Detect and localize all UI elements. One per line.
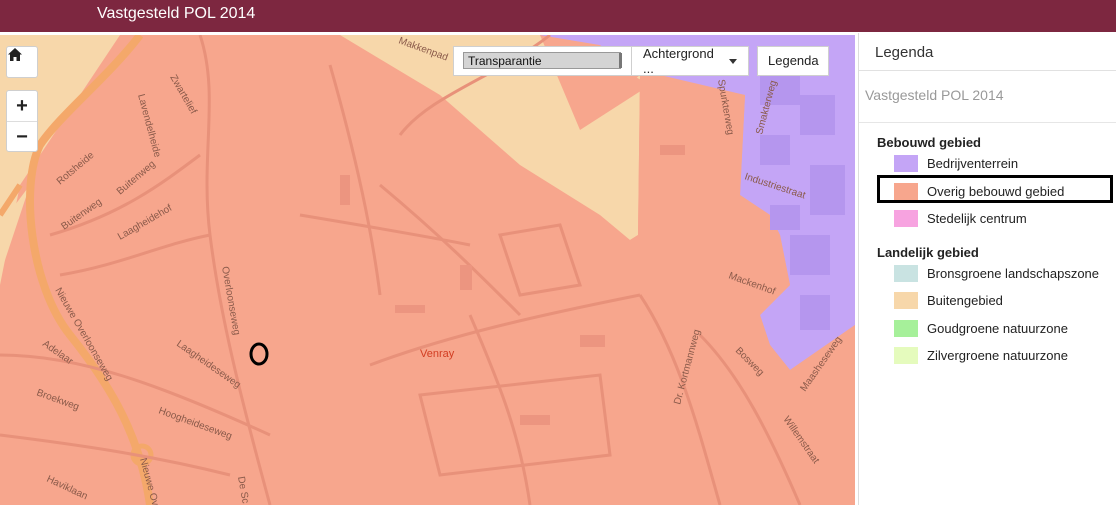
zoom-control: + − <box>6 90 38 152</box>
legend-item-label: Zilvergroene natuurzone <box>927 348 1068 364</box>
zoom-out-button[interactable]: − <box>7 121 37 152</box>
legend-panel: Legenda Vastgesteld POL 2014 Bebouwd geb… <box>858 33 1116 505</box>
legend-swatch <box>894 210 918 228</box>
transparency-slider[interactable]: Transparantie <box>463 52 622 69</box>
transparency-control: Transparantie <box>453 46 632 76</box>
legend-item: Bronsgroene landschapszone <box>859 260 1116 288</box>
legend-item-label: Goudgroene natuurzone <box>927 320 1068 336</box>
legend-item: Bedrijventerrein <box>859 150 1116 178</box>
legend-item-label: Bronsgroene landschapszone <box>927 265 1100 281</box>
legend-swatch <box>894 347 918 365</box>
legend-swatch <box>894 182 918 200</box>
transparency-label: Transparantie <box>468 54 542 68</box>
app-title: Vastgesteld POL 2014 <box>97 5 256 22</box>
legend-swatch <box>894 319 918 337</box>
legend-item-label: Overig bebouwd gebied <box>927 183 1065 199</box>
legend-item: Buitengebied <box>859 287 1116 315</box>
legend-body: Bebouwd gebied Bedrijventerrein Overig beb… <box>859 123 1116 370</box>
legend-item-label: Bedrijventerrein <box>927 156 1019 172</box>
legend-swatch <box>894 155 918 173</box>
map-view[interactable]: Venray Zwartelief Lavendelheide Rotsheid… <box>0 35 855 505</box>
legend-item: Stedelijk centrum <box>859 205 1116 233</box>
legend-group-title: Landelijk gebied <box>877 244 979 260</box>
legend-layer-title: Vastgesteld POL 2014 <box>859 71 1116 123</box>
home-button[interactable] <box>6 46 38 78</box>
legend-item: Overig bebouwd gebied <box>859 178 1116 206</box>
title-bar: Vastgesteld POL 2014 <box>0 0 1116 32</box>
zoom-in-button[interactable]: + <box>7 91 37 121</box>
legend-button[interactable]: Legenda <box>757 46 829 76</box>
legend-swatch <box>894 292 918 310</box>
home-icon <box>8 48 22 61</box>
caret-down-icon <box>729 58 737 64</box>
background-dropdown[interactable]: Achtergrond ... <box>631 46 749 76</box>
legend-item: Goudgroene natuurzone <box>859 315 1116 343</box>
background-label: Achtergrond ... <box>643 46 714 76</box>
legend-header: Legenda <box>859 33 1116 71</box>
legend-item-label: Stedelijk centrum <box>927 211 1027 227</box>
legend-item: Zilvergroene natuurzone <box>859 342 1116 370</box>
map-canvas[interactable]: Venray Zwartelief Lavendelheide Rotsheid… <box>0 35 855 505</box>
legend-swatch <box>894 264 918 282</box>
legend-group-title: Bebouwd gebied <box>877 135 981 150</box>
legend-item-label: Buitengebied <box>927 293 1003 309</box>
map-label-venray: Venray <box>420 348 455 360</box>
